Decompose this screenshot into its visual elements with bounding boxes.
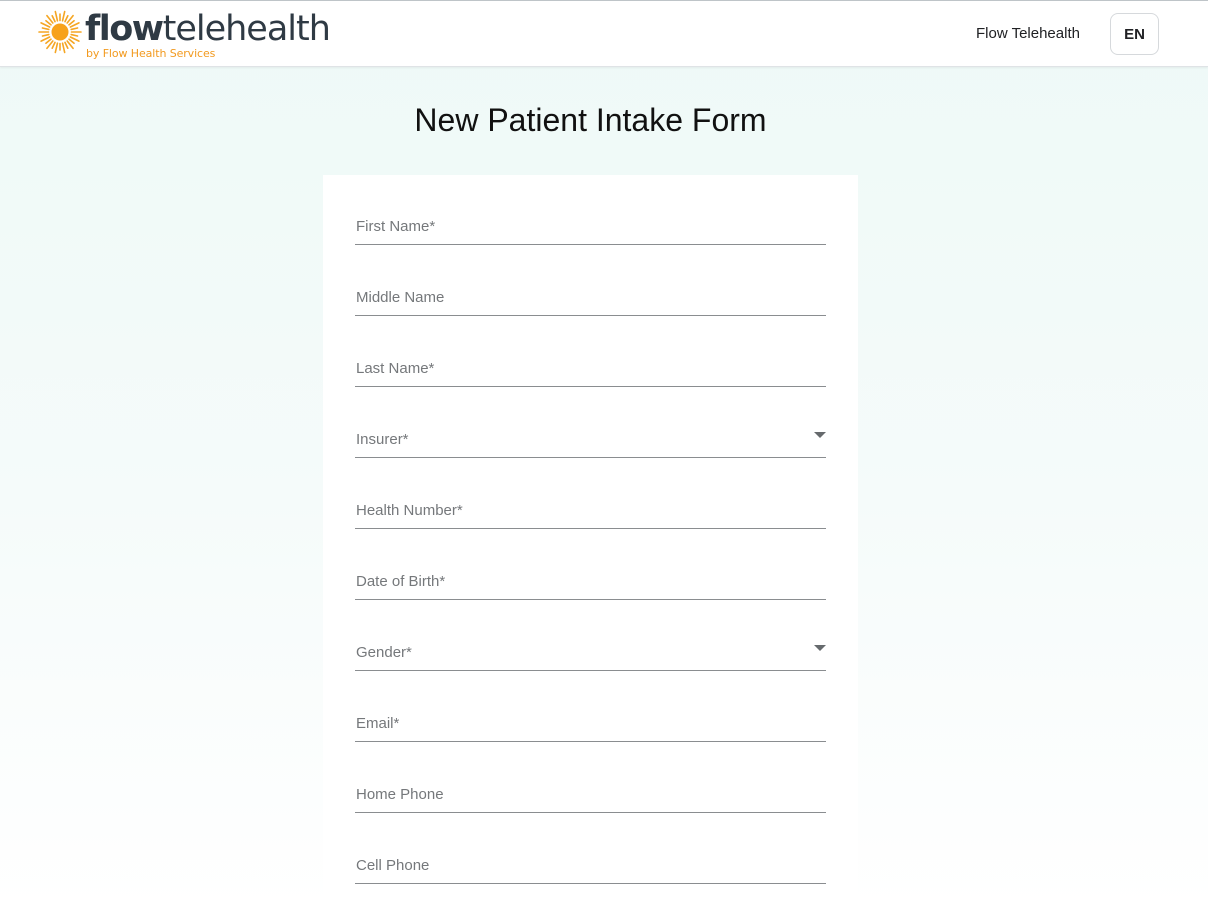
- first-name-input[interactable]: [355, 197, 826, 245]
- email-field[interactable]: [355, 694, 826, 742]
- sun-ray: [70, 27, 79, 31]
- first-name-field[interactable]: [355, 197, 826, 245]
- sun-ray: [70, 33, 79, 37]
- logo-tagline: by Flow Health Services: [86, 47, 216, 60]
- home-phone-input[interactable]: [355, 765, 826, 813]
- date-of-birth-input[interactable]: [355, 552, 826, 600]
- page-title: New Patient Intake Form: [414, 102, 767, 138]
- sun-ray: [41, 33, 50, 37]
- sun-ray: [54, 42, 59, 54]
- chevron-down-icon[interactable]: [814, 432, 826, 438]
- sun-ray: [64, 41, 69, 50]
- intake-form-card: [323, 175, 858, 907]
- sun-ray: [54, 10, 59, 22]
- gender-select-input[interactable]: [355, 623, 826, 671]
- flow-telehealth-logo[interactable]: flowtelehealth by Flow Health Services: [38, 8, 338, 64]
- middle-name-field[interactable]: [355, 268, 826, 316]
- sun-ray: [61, 42, 66, 54]
- gender-select[interactable]: [355, 623, 826, 671]
- top-nav-bar: flowtelehealth by Flow Health Services F…: [0, 1, 1208, 67]
- email-input[interactable]: [355, 694, 826, 742]
- language-selector-button[interactable]: EN: [1110, 13, 1159, 55]
- cell-phone-field[interactable]: [355, 836, 826, 884]
- sun-ray: [45, 38, 52, 45]
- last-name-field[interactable]: [355, 339, 826, 387]
- sun-ray: [68, 38, 75, 45]
- sun-logo-icon: [38, 10, 82, 54]
- sun-ray: [51, 41, 56, 50]
- sun-ray: [51, 14, 56, 23]
- sun-ray: [61, 10, 66, 22]
- insurer-select[interactable]: [355, 410, 826, 458]
- middle-name-input[interactable]: [355, 268, 826, 316]
- cell-phone-input[interactable]: [355, 836, 826, 884]
- sun-ray: [45, 19, 52, 26]
- sun-ray: [68, 19, 75, 26]
- flow-telehealth-link[interactable]: Flow Telehealth: [976, 25, 1080, 42]
- health-number-input[interactable]: [355, 481, 826, 529]
- sun-ray: [64, 14, 69, 23]
- last-name-input[interactable]: [355, 339, 826, 387]
- insurer-select-input[interactable]: [355, 410, 826, 458]
- sun-ray: [41, 27, 50, 31]
- date-of-birth-field[interactable]: [355, 552, 826, 600]
- chevron-down-icon[interactable]: [814, 645, 826, 651]
- health-number-field[interactable]: [355, 481, 826, 529]
- logo-wordmark: flowtelehealth: [85, 9, 331, 49]
- home-phone-field[interactable]: [355, 765, 826, 813]
